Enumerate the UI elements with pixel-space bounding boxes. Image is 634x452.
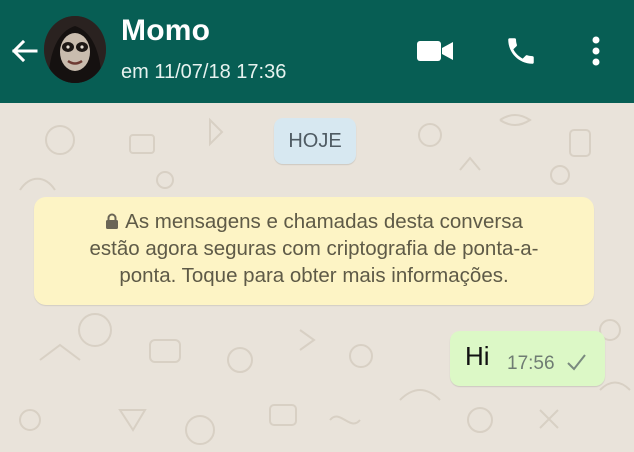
notice-text-1: As mensagens e chamadas desta conversa <box>125 210 523 233</box>
lock-icon <box>106 213 119 229</box>
outgoing-message[interactable]: Hi 17:56 <box>450 331 605 386</box>
notice-line-2: estão agora seguras com criptografia de … <box>89 237 539 260</box>
avatar[interactable] <box>44 16 106 83</box>
date-divider: HOJE <box>274 118 356 164</box>
last-seen-status: em 11/07/18 17:36 <box>121 61 287 83</box>
single-check-icon <box>567 354 586 371</box>
message-time: 17:56 <box>507 353 555 374</box>
message-text: Hi <box>465 341 490 371</box>
notice-line-3: ponta. Toque para obter mais informações… <box>119 264 509 287</box>
more-options-icon[interactable] <box>575 30 617 72</box>
encryption-notice[interactable]: As mensagens e chamadas desta conversa e… <box>34 197 594 305</box>
phone-icon[interactable] <box>500 30 542 72</box>
video-call-icon[interactable] <box>414 30 456 72</box>
notice-line-1: As mensagens e chamadas desta conversa <box>58 208 570 235</box>
chat-header: Momo em 11/07/18 17:36 <box>0 0 634 103</box>
back-arrow-icon[interactable] <box>8 35 40 67</box>
contact-name[interactable]: Momo <box>121 14 210 48</box>
